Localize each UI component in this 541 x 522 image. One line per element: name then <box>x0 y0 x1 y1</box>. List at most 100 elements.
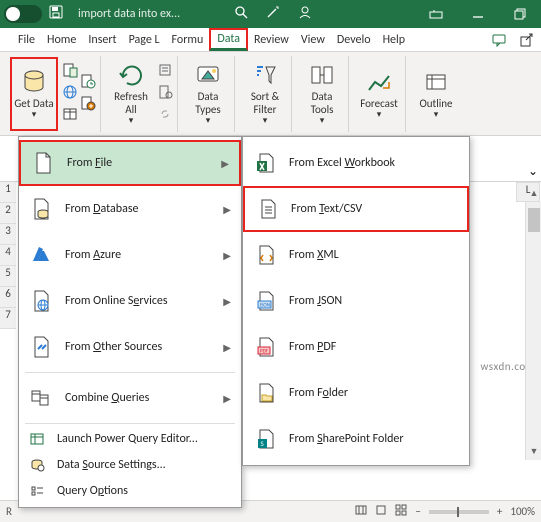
autosave-toggle[interactable] <box>4 5 42 23</box>
row-header[interactable]: 4 <box>0 245 16 266</box>
tab-developer[interactable]: Develo <box>331 28 377 51</box>
chevron-right-icon: ▶ <box>223 392 231 405</box>
scroll-thumb[interactable] <box>528 208 540 232</box>
edit-links-icon[interactable] <box>157 106 173 126</box>
menu-from-text-csv[interactable]: From Text/CSV <box>243 186 469 232</box>
zoom-slider[interactable] <box>429 510 489 514</box>
chevron-down-icon: ▾ <box>434 110 439 120</box>
tab-view[interactable]: View <box>295 28 331 51</box>
other-sources-icon <box>29 335 53 359</box>
data-types-icon <box>194 61 222 89</box>
refresh-all-button[interactable]: Refresh All ▾ <box>109 58 153 130</box>
view-layout-icon[interactable] <box>375 504 387 519</box>
status-ready: R <box>6 505 12 518</box>
tab-data[interactable]: Data <box>209 28 248 51</box>
menu-item-label: From Other Sources <box>65 340 211 354</box>
folder-icon <box>253 381 277 405</box>
from-text-icon[interactable] <box>62 62 78 82</box>
menu-from-pdf[interactable]: PDF From PDF <box>243 324 469 370</box>
comments-icon[interactable] <box>485 28 513 51</box>
menu-item-label: From Online Services <box>65 294 211 308</box>
menu-data-source-settings[interactable]: Data Source Settings... <box>19 452 241 478</box>
tab-insert[interactable]: Insert <box>82 28 122 51</box>
view-break-icon[interactable] <box>395 504 407 519</box>
outline-button[interactable]: Outline ▾ <box>414 58 458 130</box>
row-header[interactable]: 1 <box>0 182 16 203</box>
menu-launch-pq[interactable]: Launch Power Query Editor... <box>19 426 241 452</box>
menu-from-online[interactable]: From Online Services ▶ <box>19 278 241 324</box>
options-icon <box>29 483 45 499</box>
forecast-button[interactable]: Forecast ▾ <box>357 58 401 130</box>
xml-icon <box>253 243 277 267</box>
row-header[interactable]: 3 <box>0 224 16 245</box>
zoom-level[interactable]: 100% <box>510 505 535 518</box>
chevron-right-icon: ▶ <box>223 249 231 262</box>
tab-review[interactable]: Review <box>248 28 295 51</box>
data-tools-button[interactable]: Data Tools ▾ <box>300 58 344 130</box>
menu-from-xml[interactable]: From XML <box>243 232 469 278</box>
scroll-up-icon[interactable]: ▲ <box>526 188 541 202</box>
menu-separator <box>25 423 235 424</box>
row-header[interactable]: 7 <box>0 308 16 329</box>
search-icon[interactable] <box>233 4 249 24</box>
sort-filter-button[interactable]: Sort & Filter ▾ <box>243 58 287 130</box>
tab-home[interactable]: Home <box>41 28 82 51</box>
scroll-down-icon[interactable]: ▼ <box>526 446 541 460</box>
recent-sources-icon[interactable] <box>80 73 96 93</box>
account-icon[interactable] <box>297 4 313 24</box>
chevron-right-icon: ▶ <box>223 341 231 354</box>
menu-from-other[interactable]: From Other Sources ▶ <box>19 324 241 370</box>
menu-item-label: From JSON <box>289 294 459 308</box>
azure-icon <box>29 243 53 267</box>
save-icon[interactable] <box>48 4 64 24</box>
row-header[interactable]: 2 <box>0 203 16 224</box>
menu-item-label: From XML <box>289 248 459 262</box>
data-types-label: Data Types <box>186 91 230 115</box>
from-web-icon[interactable] <box>62 84 78 104</box>
tab-help[interactable]: Help <box>377 28 412 51</box>
chevron-right-icon: ▶ <box>223 295 231 308</box>
zoom-in[interactable]: + <box>497 505 502 518</box>
view-normal-icon[interactable] <box>355 504 367 519</box>
menu-bar: File Home Insert Page L Formu Data Revie… <box>0 28 541 52</box>
expand-formula-icon[interactable]: ⌄ <box>525 164 541 179</box>
menu-from-azure[interactable]: From Azure ▶ <box>19 232 241 278</box>
data-tools-label: Data Tools <box>300 91 344 115</box>
share-icon[interactable] <box>513 28 541 51</box>
online-icon <box>29 289 53 313</box>
from-table-icon[interactable] <box>62 106 78 126</box>
existing-conn-icon[interactable] <box>80 95 96 115</box>
properties-icon[interactable] <box>157 84 173 104</box>
data-tools-icon <box>308 61 336 89</box>
tab-pagelayout[interactable]: Page L <box>123 28 166 51</box>
menu-from-sharepoint-folder[interactable]: S From SharePoint Folder <box>243 416 469 462</box>
row-header[interactable]: 5 <box>0 266 16 287</box>
row-header[interactable]: 6 <box>0 287 16 308</box>
menu-item-label: From Folder <box>289 386 459 400</box>
vertical-scrollbar[interactable]: ▲ ▼ <box>525 202 541 460</box>
menu-from-json[interactable]: JSON From JSON <box>243 278 469 324</box>
minimize-icon[interactable] <box>461 0 495 28</box>
ribbon-options-icon[interactable] <box>419 0 453 28</box>
menu-query-options[interactable]: Query Options <box>19 478 241 504</box>
restore-icon[interactable] <box>503 0 537 28</box>
wand-icon[interactable] <box>265 4 281 24</box>
menu-from-workbook[interactable]: From Excel Workbook <box>243 140 469 186</box>
menu-from-folder[interactable]: From Folder <box>243 370 469 416</box>
zoom-out[interactable]: − <box>415 505 420 518</box>
queries-conn-icon[interactable] <box>157 62 173 82</box>
text-csv-icon <box>255 197 279 221</box>
pq-editor-icon <box>29 431 45 447</box>
outline-icon <box>422 68 450 96</box>
refresh-label: Refresh All <box>109 91 153 115</box>
file-icon <box>31 151 55 175</box>
tab-file[interactable]: File <box>12 28 41 51</box>
menu-from-database[interactable]: From Database ▶ <box>19 186 241 232</box>
menu-from-file[interactable]: From File ▶ <box>19 140 241 186</box>
tab-formulas[interactable]: Formu <box>166 28 210 51</box>
get-data-button[interactable]: Get Data ▾ <box>10 57 58 131</box>
data-types-button[interactable]: Data Types ▾ <box>186 58 230 130</box>
chevron-down-icon: ▾ <box>377 110 382 120</box>
combine-icon <box>29 386 53 410</box>
menu-combine-queries[interactable]: Combine Queries ▶ <box>19 375 241 421</box>
